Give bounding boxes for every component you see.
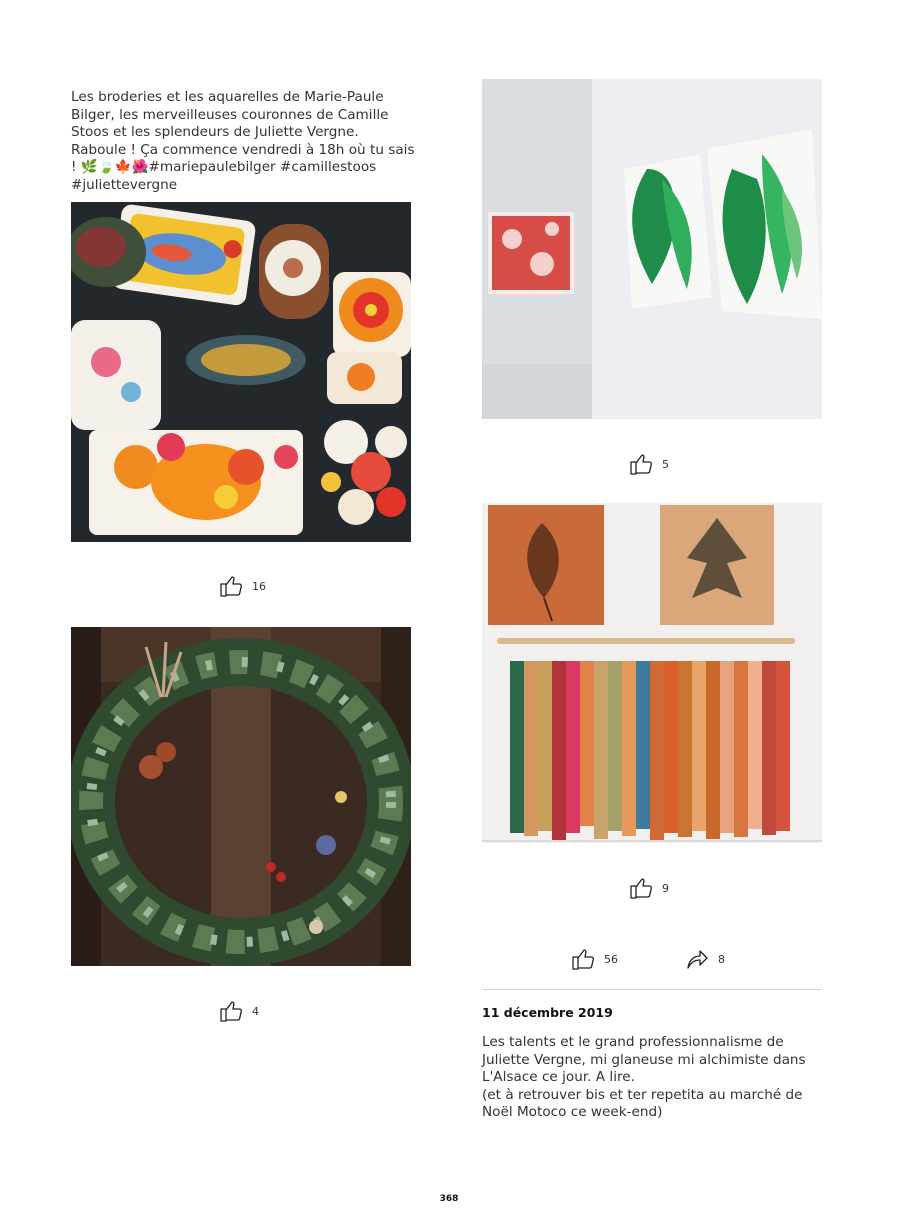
thumbs-up-icon bbox=[220, 576, 242, 597]
thumbs-up-icon bbox=[630, 454, 652, 475]
like-count: 16 bbox=[252, 579, 266, 593]
like-button-watercolor[interactable]: 5 bbox=[628, 451, 669, 477]
thumbs-up-icon bbox=[220, 1001, 242, 1022]
wreath-photo[interactable] bbox=[71, 627, 411, 966]
like-button-scarves[interactable]: 9 bbox=[628, 875, 669, 901]
scarves-image bbox=[482, 503, 822, 843]
like-button-embroidery[interactable]: 16 bbox=[218, 573, 266, 599]
post-caption: Les broderies et les aquarelles de Marie… bbox=[71, 89, 419, 193]
post-text: Les talents et le grand professionnalism… bbox=[482, 1034, 806, 1121]
watercolor-image bbox=[482, 79, 822, 419]
watercolor-photo[interactable] bbox=[482, 79, 822, 419]
wreath-image bbox=[71, 627, 411, 966]
scarves-photo[interactable] bbox=[482, 503, 822, 843]
like-count: 5 bbox=[662, 457, 669, 471]
post-share-button[interactable]: 8 bbox=[684, 946, 725, 972]
embroidery-photo[interactable] bbox=[71, 202, 411, 542]
thumbs-up-icon bbox=[630, 878, 652, 899]
post-divider bbox=[482, 989, 822, 990]
like-count: 4 bbox=[252, 1004, 259, 1018]
embroidery-image bbox=[71, 202, 411, 542]
share-count: 8 bbox=[718, 952, 725, 966]
like-button-wreath[interactable]: 4 bbox=[218, 998, 259, 1024]
like-count: 9 bbox=[662, 881, 669, 895]
share-arrow-icon bbox=[687, 950, 708, 969]
post-like-button[interactable]: 56 bbox=[570, 946, 618, 972]
thumbs-up-icon bbox=[572, 949, 594, 970]
page-number: 368 bbox=[439, 1194, 459, 1204]
post-like-count: 56 bbox=[604, 952, 618, 966]
post-date: 11 décembre 2019 bbox=[482, 1005, 613, 1020]
